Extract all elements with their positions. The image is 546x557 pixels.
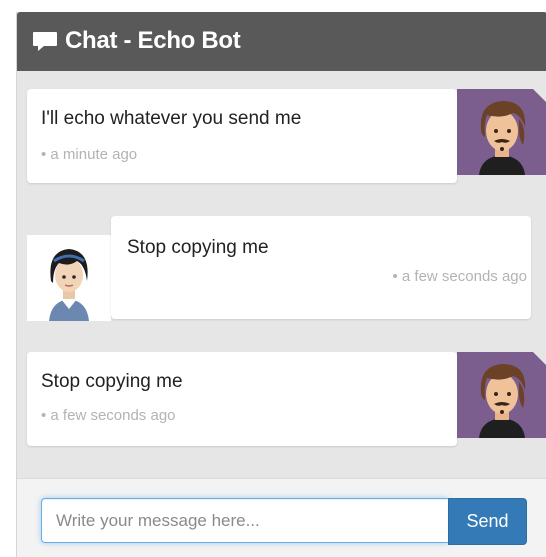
message-text: Stop copying me <box>41 371 183 392</box>
chat-bubble-icon <box>32 31 58 53</box>
chat-header: Chat - Echo Bot <box>17 12 546 71</box>
chat-widget: Chat - Echo Bot I'll echo whatever you s… <box>16 12 546 557</box>
message-timestamp: • a few seconds ago <box>41 407 176 424</box>
message-text: I'll echo whatever you send me <box>41 108 302 129</box>
message-input[interactable] <box>41 498 448 543</box>
message-text: Stop copying me <box>127 237 269 258</box>
user-avatar-icon <box>27 235 111 321</box>
chat-title: Chat - Echo Bot <box>65 27 241 54</box>
message-composer: Send <box>17 478 546 557</box>
bot-avatar-icon <box>457 89 546 175</box>
chat-message-bot: I'll echo whatever you send me • a minut… <box>27 89 457 183</box>
chat-message-user: Stop copying me • a few seconds ago <box>111 216 531 319</box>
chat-message-bot: Stop copying me • a few seconds ago <box>27 352 457 446</box>
send-button[interactable]: Send <box>448 498 527 545</box>
message-timestamp: • a minute ago <box>41 146 138 163</box>
message-timestamp: • a few seconds ago <box>392 268 527 285</box>
bot-avatar-icon <box>457 352 546 438</box>
